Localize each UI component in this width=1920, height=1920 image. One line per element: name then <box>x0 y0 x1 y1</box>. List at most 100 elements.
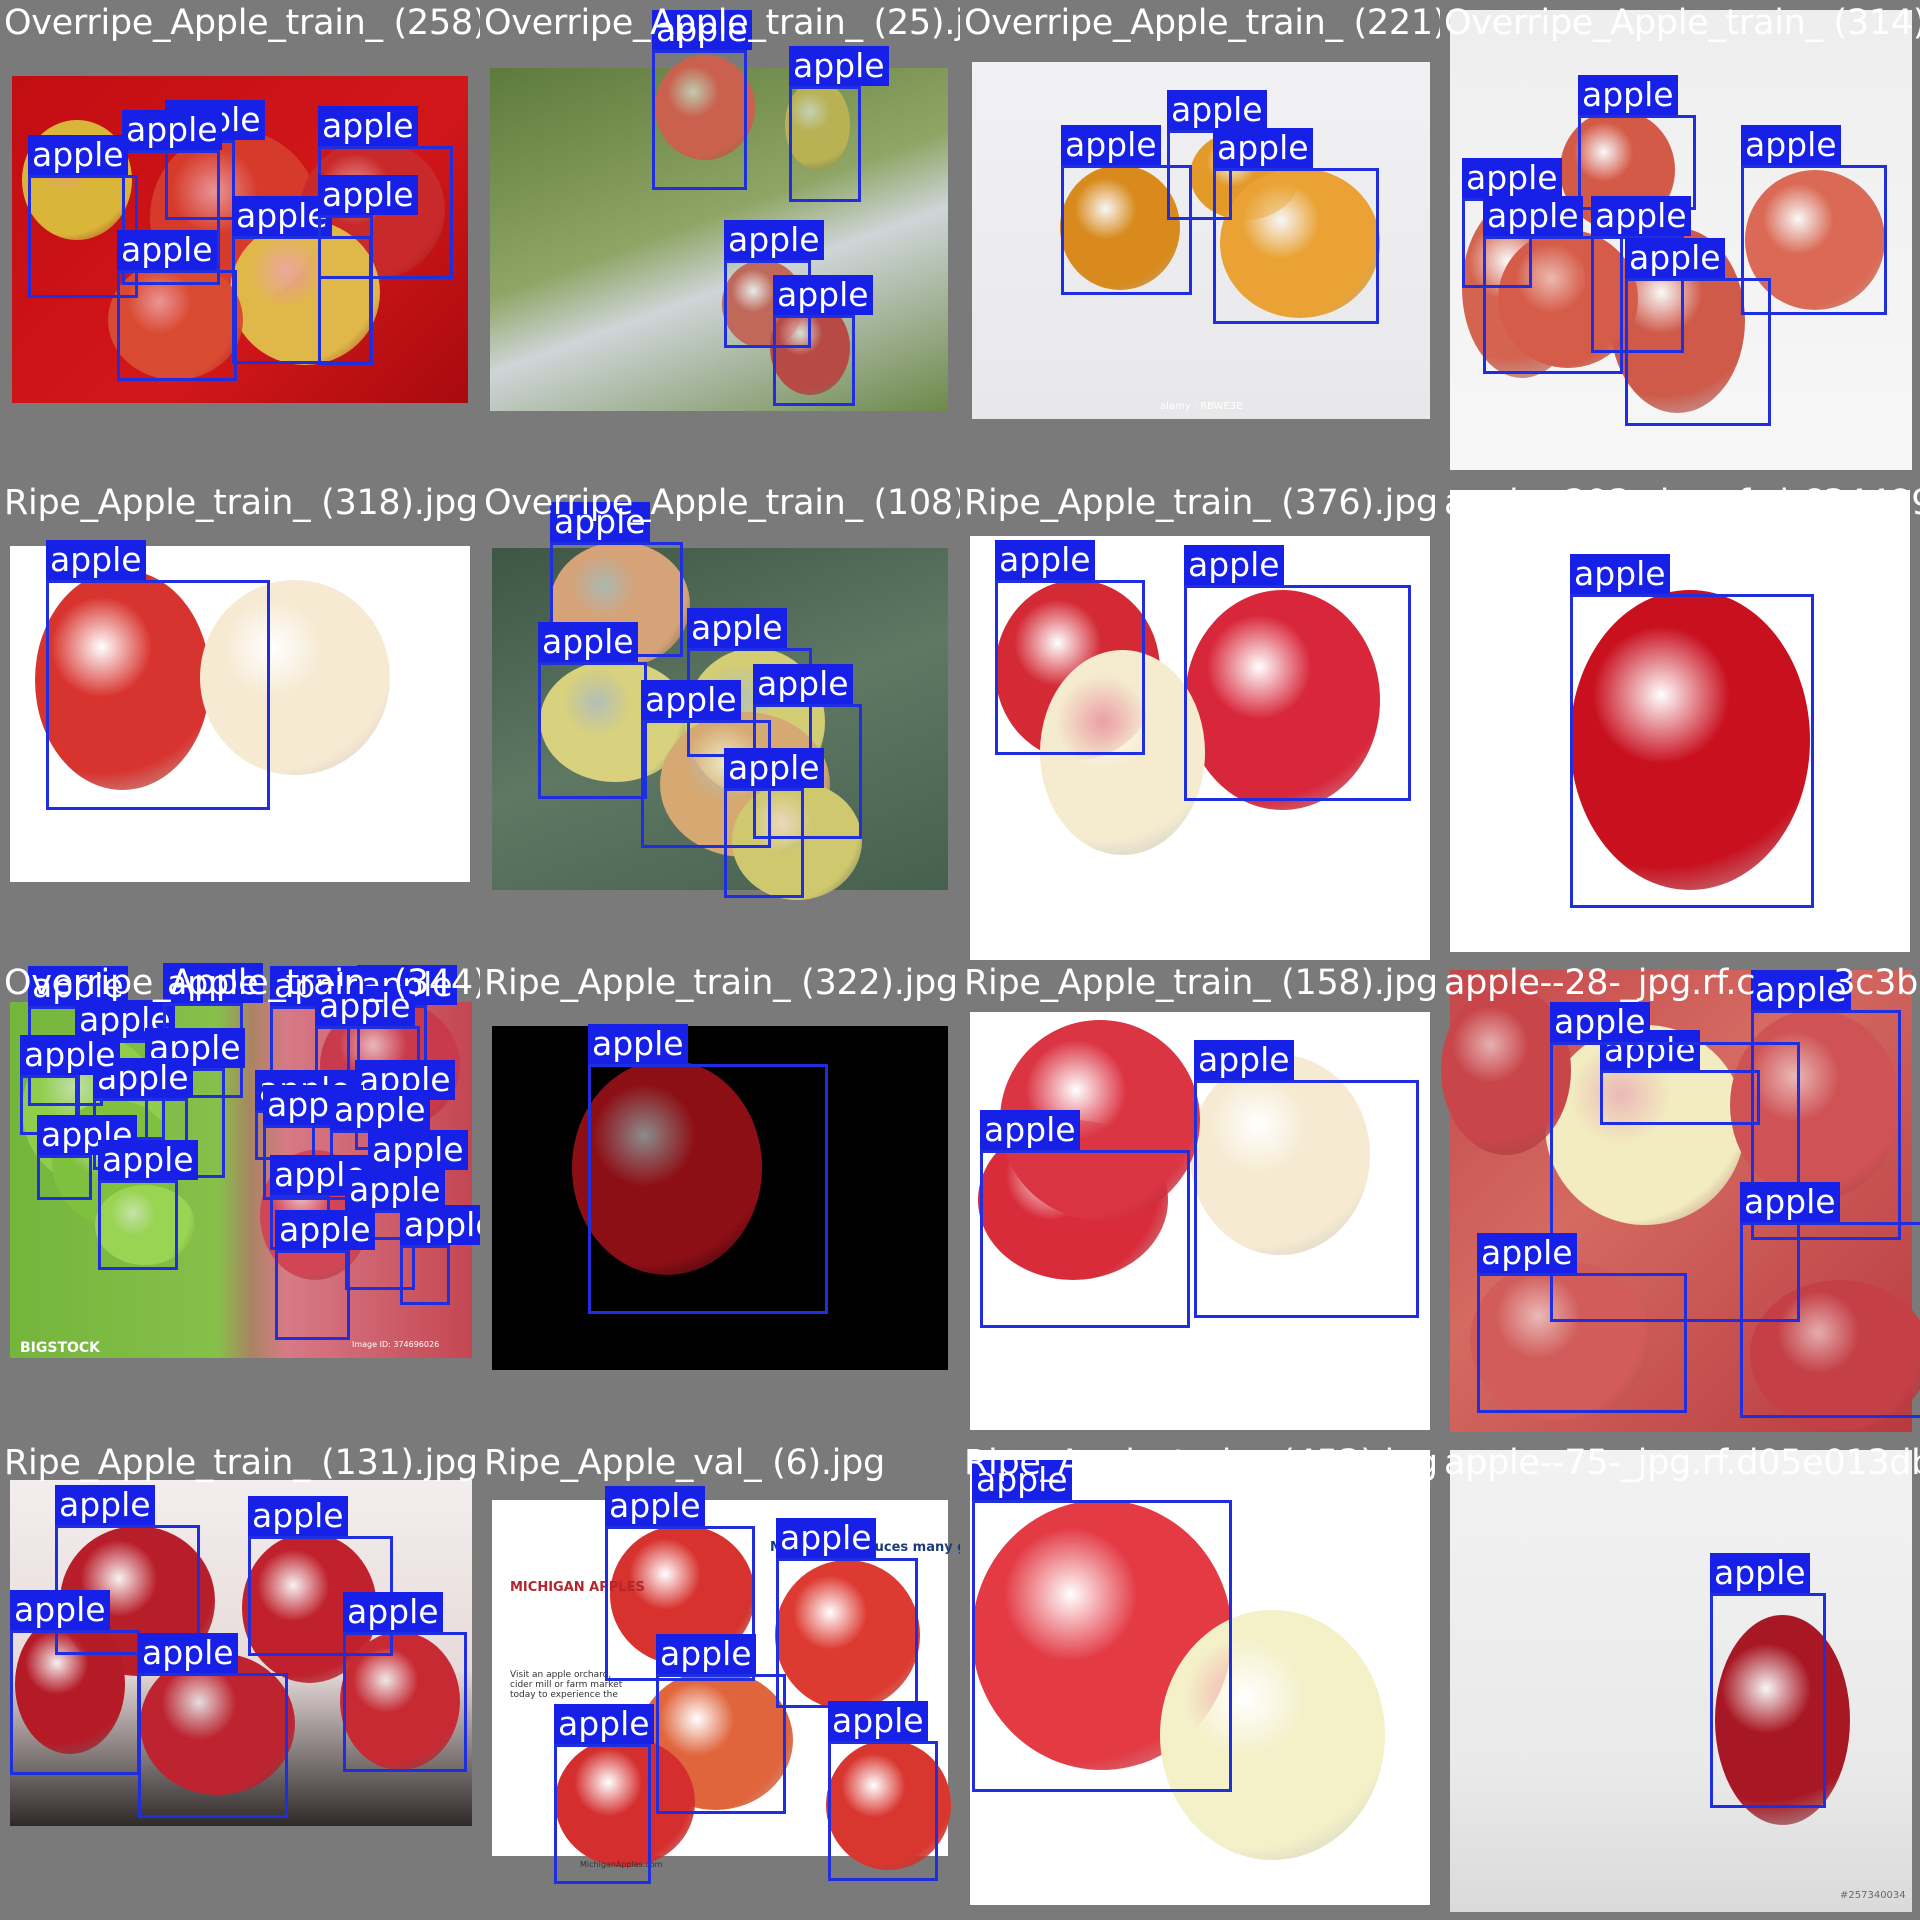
tile-filename: apple--28-_jpg.rf.c <box>1444 963 1756 1003</box>
tile-filename: Overripe_Apple_train_ (108).jpg <box>484 483 960 523</box>
bounding-box-label: apple <box>1213 128 1313 168</box>
bounding-box-label: apple <box>318 106 418 146</box>
tile-filename: Overripe_Apple_train_ (221).jpg <box>964 3 1440 43</box>
image-tile: apple apple apple apple apple apple Overripe_A… <box>1440 0 1920 480</box>
bounding-box: apple <box>1740 1182 1920 1418</box>
bounding-box: apple <box>138 1633 288 1818</box>
bounding-box: apple <box>46 540 270 810</box>
image-tile: MICHIGAN APPLESMichigan produces many gr… <box>480 1440 960 1920</box>
bounding-box-label: apple <box>724 220 824 260</box>
image-tile: alamy · RBWE3E apple apple apple Overripe_Ap… <box>960 0 1440 480</box>
image-tile: dreamstime.com ID 16536568 © Valentyn75 ap… <box>960 480 1440 960</box>
bounding-box: apple <box>776 1518 918 1708</box>
photo-caption: dreamstime.com <box>980 950 1065 960</box>
bounding-box-label: apple <box>724 748 824 788</box>
bounding-box: apple <box>972 1460 1232 1792</box>
bounding-box: apple <box>1741 125 1887 315</box>
bounding-box-label: apple <box>98 1140 198 1180</box>
bounding-box: apple <box>1184 545 1411 801</box>
bounding-box-label: apple <box>1710 1553 1810 1593</box>
bounding-box-label: apple <box>1462 158 1562 198</box>
bounding-box-label: apple <box>10 1590 110 1630</box>
photo-caption-secondary: ID 16536568 © Valentyn75 <box>1310 950 1420 959</box>
bounding-box-label: apple <box>538 622 638 662</box>
bounding-box: apple <box>980 1110 1190 1328</box>
bounding-box-label: apple <box>980 1110 1080 1150</box>
bounding-box: apple <box>275 1210 375 1340</box>
bounding-box: apple <box>117 230 237 381</box>
bounding-box: apple <box>773 275 873 406</box>
bounding-box-label: apple <box>656 1634 756 1674</box>
bounding-box: apple <box>652 10 752 190</box>
bounding-box-label: apple <box>1578 75 1678 115</box>
tile-filename: Ripe_Apple_train_ (131).jpg <box>4 1443 478 1483</box>
bounding-box-label: apple <box>789 46 889 86</box>
bounding-box: apple <box>995 540 1145 755</box>
bounding-box: apple <box>400 1205 480 1305</box>
bounding-box-label: apple <box>995 540 1095 580</box>
tile-filename: Overripe_Apple_train_ (344).jpg <box>4 963 480 1003</box>
tile-filename: Ripe_Apple_train_ (158).jpg <box>964 963 1438 1003</box>
bounding-box-label: apple <box>330 1090 430 1130</box>
bounding-box-label: apple <box>275 1210 375 1250</box>
image-tile: apple apple--293-_jpg.rf.eb634489 <box>1440 480 1920 960</box>
bounding-box: apple <box>318 175 418 365</box>
bounding-box: apple <box>538 622 647 799</box>
bounding-box: apple <box>656 1634 786 1814</box>
tile-filename: Overripe_Apple_train_ (25).jpg <box>484 3 960 43</box>
bounding-box-label: apple <box>1591 196 1691 236</box>
bounding-box-label: apple <box>1625 238 1725 278</box>
image-tile: appleappleappleappleappleappleappleOverr… <box>0 0 480 480</box>
bounding-box-label: apple <box>828 1701 928 1741</box>
image-tile: apple apple apple apple apple Ripe_Apple_trai… <box>0 1440 480 1920</box>
tile-filename: Ripe_Apple_val_ (6).jpg <box>484 1443 885 1483</box>
bounding-box-label: apple <box>1570 554 1670 594</box>
image-tile: apple Ripe_Apple_train_ (322).jpg <box>480 960 960 1440</box>
tile-filename: Overripe_Apple_train_ (314).jpg <box>1444 3 1920 43</box>
bounding-box-label: apple <box>687 608 787 648</box>
tile-filename: Ripe_Apple_train_ (453).jpg <box>964 1443 1438 1483</box>
bounding-box-label: apple <box>1061 125 1161 165</box>
bounding-box-label: apple <box>1550 1002 1650 1042</box>
bounding-box-label: apple <box>1194 1040 1294 1080</box>
tile-filename: Ripe_Apple_train_ (322).jpg <box>484 963 958 1003</box>
image-tile: #257340034 apple apple--75-_jpg.rf.d05e013… <box>1440 1440 1920 1920</box>
detection-grid: appleappleappleappleappleappleappleOverr… <box>0 0 1920 1920</box>
photo-caption: #257340034 <box>1840 1890 1906 1901</box>
photo-caption-secondary: Image ID: 374696026 <box>352 1340 440 1349</box>
bounding-box-label: apple <box>318 175 418 215</box>
bounding-box: apple <box>1710 1553 1826 1808</box>
bounding-box-label: apple <box>46 540 146 580</box>
bounding-box: apple <box>98 1140 198 1270</box>
bounding-box: apple <box>1194 1040 1419 1318</box>
tile-filename: apple--75-_jpg.rf.d05e013db <box>1444 1443 1920 1483</box>
bounding-box-label: apple <box>776 1518 876 1558</box>
bounding-box-label: apple <box>1740 1182 1840 1222</box>
bounding-box: apple <box>554 1704 654 1884</box>
bounding-box: apple <box>724 748 824 898</box>
bounding-box-label: apple <box>400 1205 480 1245</box>
tile-filename: Ripe_Apple_train_ (376).jpg <box>964 483 1438 523</box>
image-tile: BIGSTOCK Image ID: 374696026 apple apple app… <box>0 960 480 1440</box>
tile-filename: apple--293-_jpg.rf.eb634489 <box>1444 483 1920 523</box>
bounding-box: apple <box>10 1590 140 1775</box>
image-tile: apple apple apple apple Overripe_Apple_train… <box>480 0 960 480</box>
photo-caption: alamy · RBWE3E <box>1160 401 1243 412</box>
bounding-box-label: apple <box>117 230 217 270</box>
bounding-box-label: apple <box>753 664 853 704</box>
tile-filename: Overripe_Apple_train_ (258).jpg <box>4 3 480 43</box>
image-tile: apple apple Ripe_Apple_train_ (158).jpg <box>960 960 1440 1440</box>
bounding-box-label: apple <box>1184 545 1284 585</box>
bounding-box-label: apple <box>1483 196 1583 236</box>
bounding-box: apple <box>1570 554 1814 908</box>
photo-caption: BIGSTOCK <box>20 1340 101 1356</box>
bounding-box-label: apple <box>554 1704 654 1744</box>
bounding-box: apple <box>828 1701 938 1881</box>
bounding-box: apple <box>37 1115 137 1200</box>
bounding-box: apple <box>588 1024 828 1314</box>
image-tile: apple Ripe_Apple_train_ (318).jpg <box>0 480 480 960</box>
bounding-box-label: apple <box>588 1024 688 1064</box>
bounding-box-label: apple <box>28 135 128 175</box>
bounding-box-label: apple <box>232 196 332 236</box>
bounding-box-label: apple <box>345 1170 445 1210</box>
